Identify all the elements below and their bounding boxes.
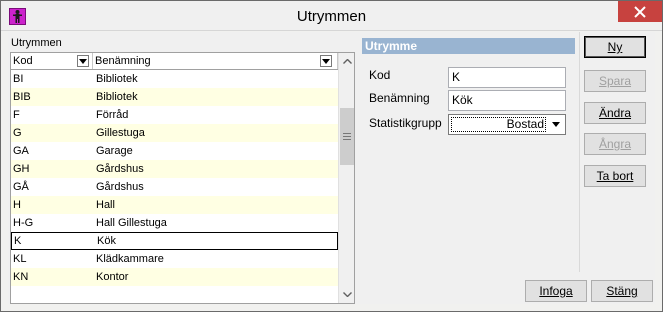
dialog-window: Utrymmen Utrymmen Kod Benämning BI Bibli… xyxy=(0,0,663,312)
kod-cell: GA xyxy=(13,145,29,157)
table-row[interactable]: BI Bibliotek xyxy=(11,70,338,88)
kod-cell: BIB xyxy=(13,91,31,103)
benamning-cell: Bibliotek xyxy=(96,73,138,85)
ny-button-label: Ny xyxy=(607,40,623,54)
title-bar[interactable]: Utrymmen xyxy=(1,1,662,31)
grid-header: Kod Benämning xyxy=(11,53,338,70)
table-row[interactable]: F Förråd xyxy=(11,106,338,124)
kod-cell: H xyxy=(13,199,21,211)
kod-cell: KL xyxy=(13,253,27,265)
kod-field[interactable]: K xyxy=(448,67,566,88)
benamning-cell: Förråd xyxy=(96,109,129,121)
kod-label: Kod xyxy=(369,68,391,82)
angra-button[interactable]: Ångra xyxy=(584,133,646,155)
table-row[interactable]: KL Klädkammare xyxy=(11,250,338,268)
kod-cell: KN xyxy=(13,271,29,283)
benamning-field[interactable]: Kök xyxy=(448,90,566,111)
panel-title: Utrymme xyxy=(365,39,418,53)
benamning-cell: Garage xyxy=(96,145,133,157)
statistikgrupp-label: Statistikgrupp xyxy=(369,116,442,130)
ta-bort-button[interactable]: Ta bort xyxy=(584,165,646,187)
benamning-cell: Kök xyxy=(97,235,116,247)
scroll-down-icon[interactable] xyxy=(339,286,354,303)
kod-cell: BI xyxy=(13,73,24,85)
andra-button-label: Ändra xyxy=(598,106,632,120)
list-caption: Utrymmen xyxy=(11,37,62,49)
stang-button[interactable]: Stäng xyxy=(591,280,653,302)
benamning-label: Benämning xyxy=(369,91,430,105)
table-row[interactable]: KN Kontor xyxy=(11,268,338,286)
window-title: Utrymmen xyxy=(296,8,367,25)
benamning-cell: Gårdshus xyxy=(96,163,144,175)
table-row[interactable]: GH Gårdshus xyxy=(11,160,338,178)
table-row[interactable]: K Kök xyxy=(11,232,338,250)
scroll-up-icon[interactable] xyxy=(339,53,354,70)
stang-button-label: Stäng xyxy=(606,284,638,298)
close-icon[interactable] xyxy=(618,1,662,22)
table-row[interactable]: G Gillestuga xyxy=(11,124,338,142)
kod-cell: H-G xyxy=(13,217,34,229)
chevron-down-icon[interactable] xyxy=(77,55,89,67)
ta-bort-button-label: Ta bort xyxy=(596,169,634,183)
table-row[interactable]: BIB Bibliotek xyxy=(11,88,338,106)
kod-cell: GÅ xyxy=(13,181,29,193)
andra-button[interactable]: Ändra xyxy=(584,102,646,124)
vertical-scrollbar[interactable] xyxy=(338,53,354,303)
vertical-divider xyxy=(579,32,580,272)
benamning-cell: Bibliotek xyxy=(96,91,138,103)
column-header-label: Kod xyxy=(13,55,33,67)
scroll-thumb[interactable] xyxy=(340,108,354,165)
benamning-cell: Hall Gillestuga xyxy=(96,217,167,229)
kod-cell: G xyxy=(13,127,22,139)
spara-button-label: Spara xyxy=(598,74,632,88)
chevron-down-icon[interactable] xyxy=(320,55,332,67)
benamning-cell: Hall xyxy=(96,199,115,211)
column-header-label: Benämning xyxy=(95,55,151,67)
spara-button[interactable]: Spara xyxy=(584,70,646,92)
grid-rows: BI Bibliotek BIB Bibliotek F Förråd G Gillestug… xyxy=(11,70,338,286)
table-row[interactable]: H Hall xyxy=(11,196,338,214)
kod-cell: K xyxy=(14,235,22,247)
ny-button[interactable]: Ny xyxy=(584,36,646,58)
utrymmen-grid[interactable]: Kod Benämning BI Bibliotek BIB Bibliotek F Fö… xyxy=(10,52,355,304)
infoga-button[interactable]: Infoga xyxy=(525,280,587,302)
angra-button-label: Ångra xyxy=(598,137,632,151)
benamning-cell: Kontor xyxy=(96,271,129,283)
kod-cell: F xyxy=(13,109,20,121)
column-header-kod[interactable]: Kod xyxy=(11,53,93,69)
kod-cell: GH xyxy=(13,163,30,175)
utrymme-panel-header: Utrymme xyxy=(362,38,575,54)
statistikgrupp-select[interactable]: Bostad xyxy=(448,114,566,135)
chevron-down-icon[interactable] xyxy=(548,116,564,133)
column-header-benamning[interactable]: Benämning xyxy=(93,53,338,69)
table-row[interactable]: GA Garage xyxy=(11,142,338,160)
table-row[interactable]: GÅ Gårdshus xyxy=(11,178,338,196)
benamning-cell: Klädkammare xyxy=(96,253,164,265)
statistikgrupp-value: Bostad xyxy=(451,117,546,132)
dialog-body: Utrymmen Kod Benämning BI Bibliotek BIB Bib… xyxy=(8,32,655,304)
benamning-cell: Gillestuga xyxy=(96,127,145,139)
infoga-button-label: Infoga xyxy=(539,284,573,298)
table-row[interactable]: H-G Hall Gillestuga xyxy=(11,214,338,232)
benamning-cell: Gårdshus xyxy=(96,181,144,193)
